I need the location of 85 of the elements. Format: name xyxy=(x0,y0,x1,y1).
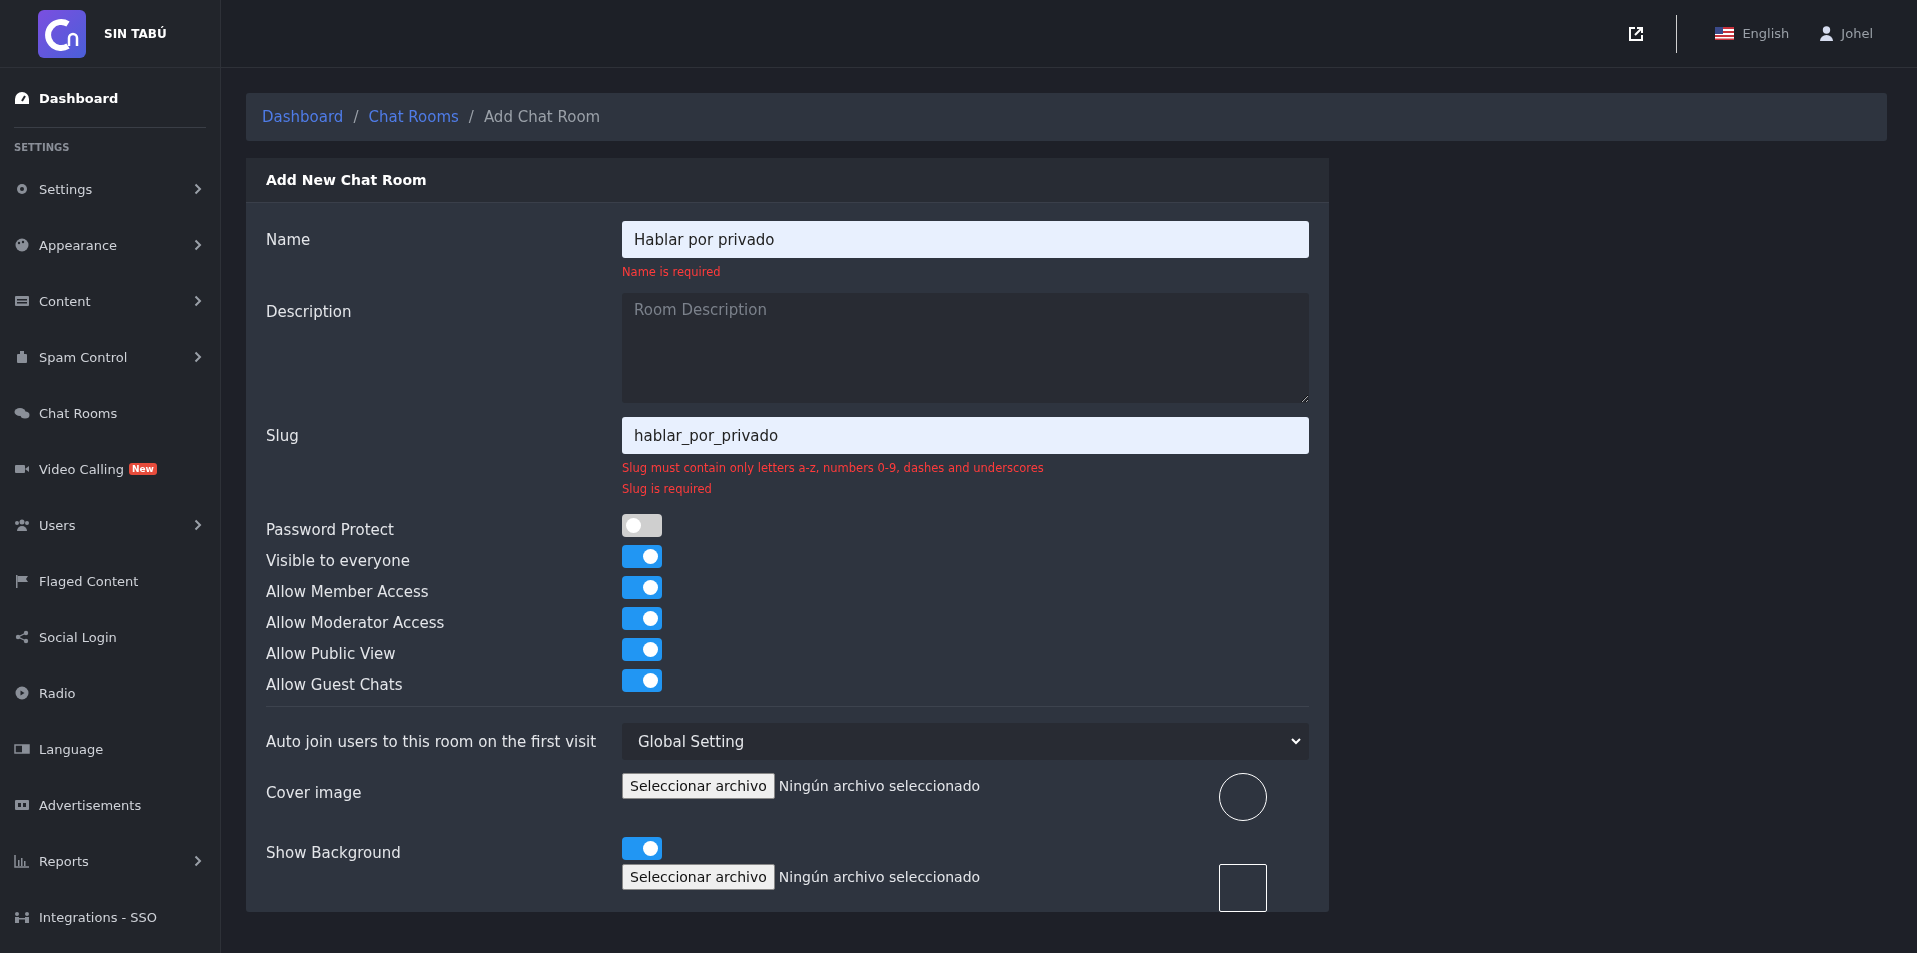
sidebar-item[interactable]: Spam Control xyxy=(14,329,206,385)
sidebar-item-label: Social Login xyxy=(39,629,117,645)
toggle-switch[interactable] xyxy=(622,514,662,537)
sidebar-item[interactable]: Radio xyxy=(14,665,206,721)
brand-name: SIN TABÚ xyxy=(104,26,167,41)
sidebar-item-label: Spam Control xyxy=(39,349,128,365)
share-icon xyxy=(14,630,30,644)
toggle-switch[interactable] xyxy=(622,607,662,630)
breadcrumb-separator: / xyxy=(353,108,359,126)
description-field[interactable]: Room Description xyxy=(622,293,1309,403)
logo-icon xyxy=(38,9,86,58)
sidebar-item[interactable]: Language xyxy=(14,721,206,777)
breadcrumb-separator: / xyxy=(468,108,474,126)
user-menu[interactable]: Johel xyxy=(1820,26,1873,41)
field-label: Cover image xyxy=(266,784,362,802)
sidebar-item[interactable]: Video Calling New xyxy=(14,441,206,497)
sidebar-item[interactable]: Appearance xyxy=(14,217,206,273)
sidebar-item-label: Language xyxy=(39,741,104,757)
chat-icon xyxy=(14,406,30,420)
flag-icon xyxy=(1715,27,1735,40)
field-label: Allow Moderator Access xyxy=(266,614,445,632)
card-title: Add New Chat Room xyxy=(246,158,1329,203)
error-message: Name is required xyxy=(622,265,722,279)
sidebar-item-label: Video Calling xyxy=(39,461,124,477)
toggle-switch[interactable] xyxy=(622,638,662,661)
choose-file-button[interactable]: Seleccionar archivo xyxy=(622,773,775,799)
field-label: Password Protect xyxy=(266,521,394,539)
toggle-switch[interactable] xyxy=(622,669,662,692)
field-label: Slug xyxy=(266,427,299,445)
user-icon xyxy=(1820,26,1834,41)
toggle-switch[interactable] xyxy=(622,837,662,860)
video-icon xyxy=(14,462,30,476)
chevron-down-icon xyxy=(1291,738,1301,745)
error-message: Slug is required xyxy=(622,482,713,496)
dropdown[interactable]: Global Setting xyxy=(622,723,1309,760)
choose-file-button[interactable]: Seleccionar archivo xyxy=(622,864,775,890)
external-link-icon[interactable] xyxy=(1628,25,1645,42)
error-message: Slug must contain only letters a-z, numbers 0-9, dashes and underscores xyxy=(622,461,1045,475)
sidebar-item[interactable]: Integrations - SSO xyxy=(14,889,206,945)
sidebar-item[interactable]: Dashboard xyxy=(14,69,206,127)
bars-icon xyxy=(14,854,30,868)
card-icon xyxy=(14,294,30,308)
flag-icon xyxy=(14,574,30,588)
sidebar-item[interactable]: Advertisements xyxy=(14,777,206,833)
image-preview xyxy=(1218,864,1267,912)
field-label: Visible to everyone xyxy=(266,552,410,570)
sidebar-item[interactable]: Social Login xyxy=(14,609,206,665)
page-title: Add Chat Room xyxy=(483,108,601,126)
field-label: Name xyxy=(266,231,311,249)
sidebar-item[interactable]: Settings xyxy=(14,161,206,217)
sidebar-item-label: Appearance xyxy=(39,237,118,253)
text-field[interactable]: Hablar por privado xyxy=(622,221,1309,258)
sidebar-item-label: Content xyxy=(39,293,91,309)
field-label: Show Background xyxy=(266,844,401,862)
section-heading: SETTINGS xyxy=(14,141,71,155)
field-label: Allow Public View xyxy=(266,645,396,663)
palette-icon xyxy=(14,238,30,252)
toggle-switch[interactable] xyxy=(622,545,662,568)
text-field[interactable]: hablar_por_privado xyxy=(622,417,1309,454)
gauge-icon xyxy=(14,91,30,105)
gear-icon xyxy=(14,182,30,196)
sidebar-item-label: Users xyxy=(39,517,76,533)
sidebar-item-label: Advertisements xyxy=(39,797,142,813)
sidebar-item[interactable]: Chat Rooms xyxy=(14,385,206,441)
sidebar-item[interactable]: Content xyxy=(14,273,206,329)
file-status: Ningún archivo seleccionado xyxy=(778,869,982,885)
file-status: Ningún archivo seleccionado xyxy=(778,778,982,794)
sidebar-item-label: Reports xyxy=(39,853,89,869)
toggle-switch[interactable] xyxy=(622,576,662,599)
users-icon xyxy=(14,518,30,532)
sidebar-item[interactable]: Users xyxy=(14,497,206,553)
sidebar-item-label: Radio xyxy=(39,685,76,701)
sidebar-item-label: Settings xyxy=(39,181,93,197)
field-label: Auto join users to this room on the first visit xyxy=(266,733,597,751)
sidebar-item[interactable]: Flaged Content xyxy=(14,553,206,609)
sidebar-item-label: Integrations - SSO xyxy=(39,909,158,925)
field-label: Allow Guest Chats xyxy=(266,676,403,694)
sidebar-item-label: Flaged Content xyxy=(39,573,139,589)
language-selector[interactable]: English xyxy=(1715,26,1790,41)
play-icon xyxy=(14,686,30,700)
new-badge: New xyxy=(128,463,157,475)
field-label: Description xyxy=(266,303,352,321)
sidebar-item[interactable]: Reports xyxy=(14,833,206,889)
sidebar-item-label: Chat Rooms xyxy=(39,405,118,421)
field-label: Allow Member Access xyxy=(266,583,429,601)
